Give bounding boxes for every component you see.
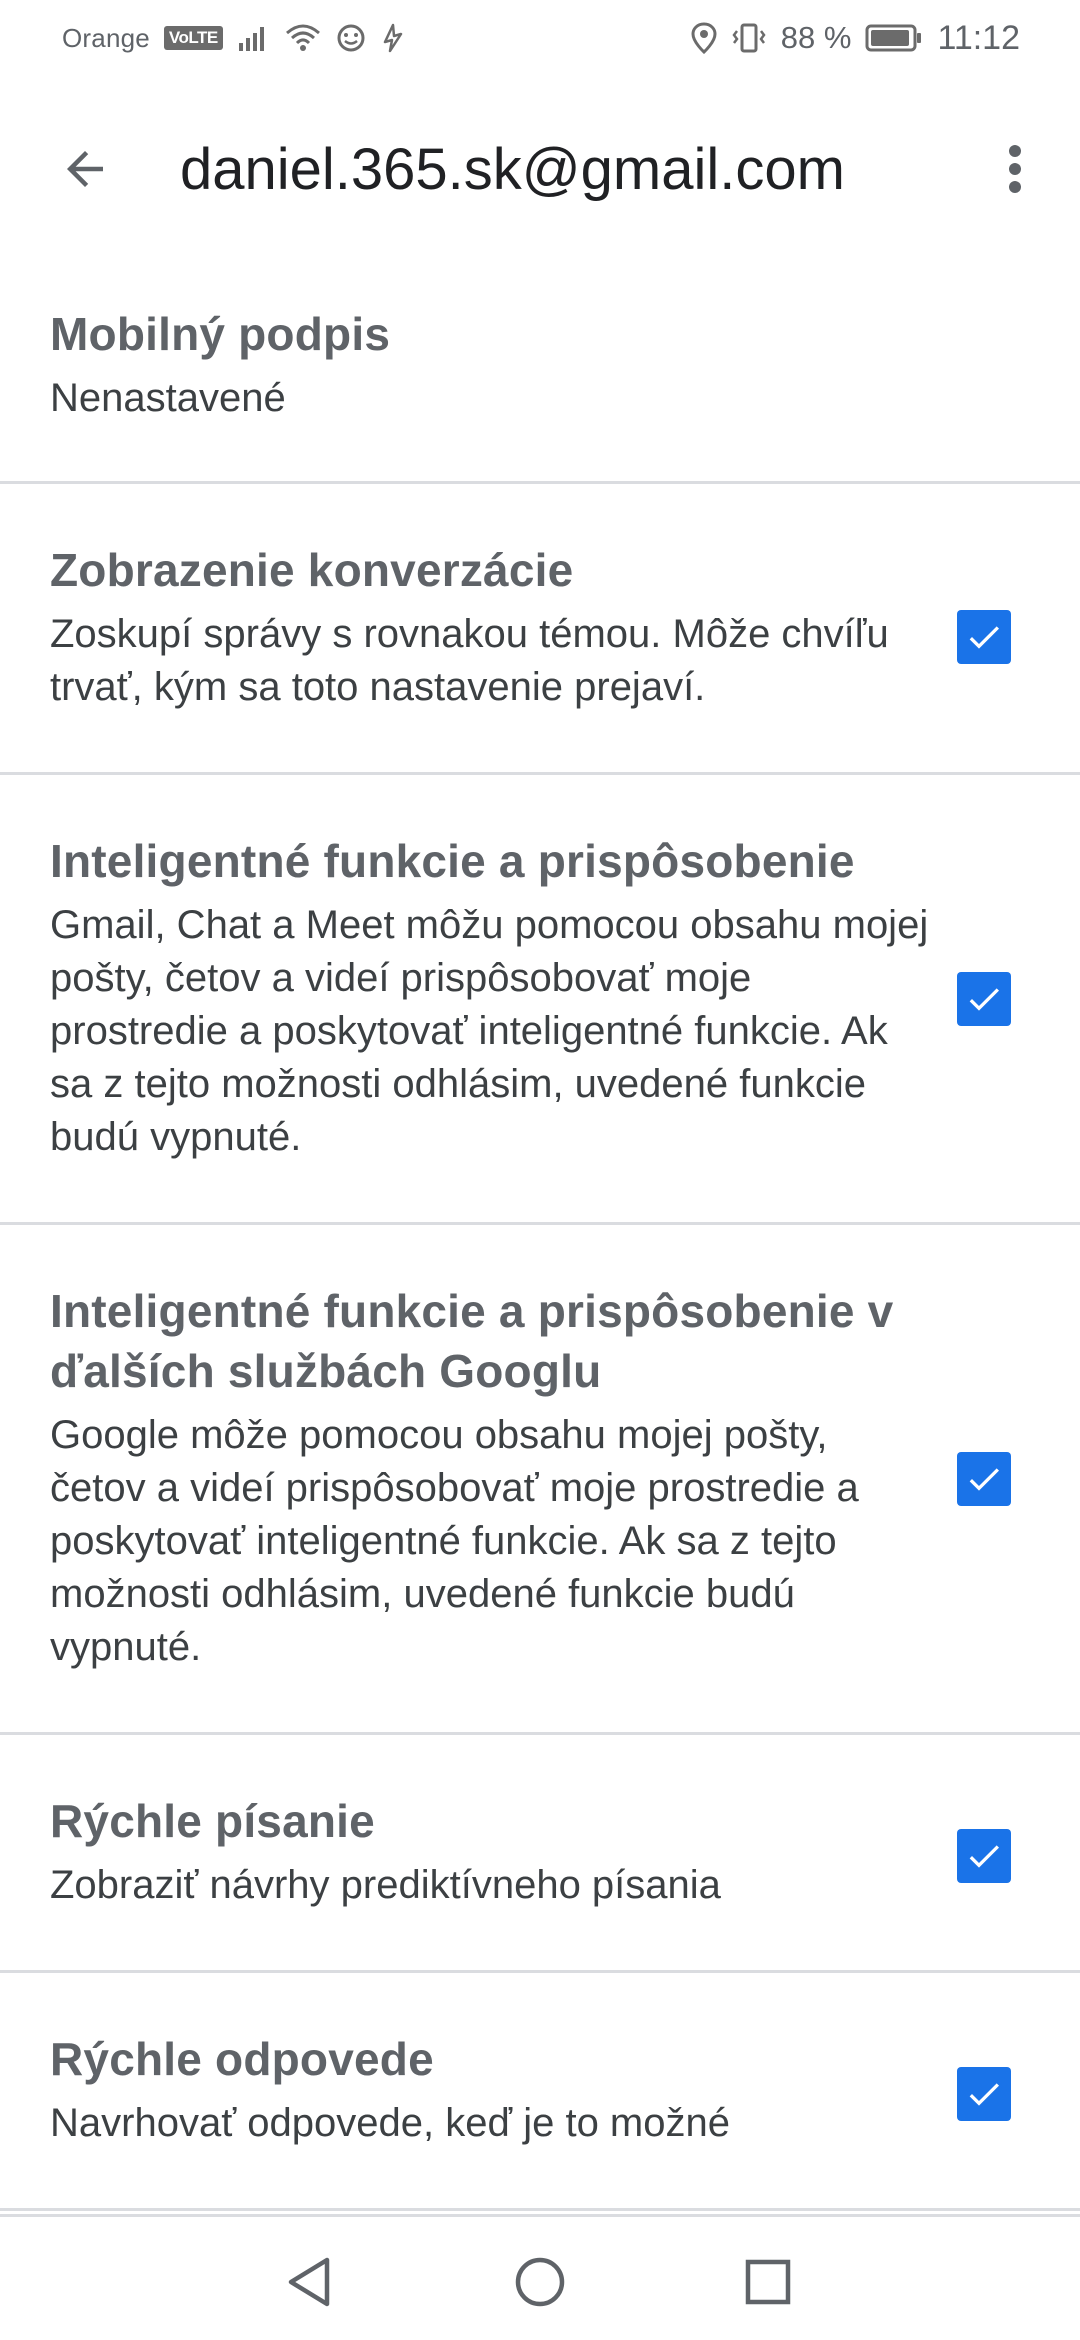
status-left: Orange VoLTE <box>62 22 405 54</box>
status-right: 88 % 11:12 <box>691 19 1020 58</box>
more-options-button[interactable] <box>990 136 1040 206</box>
setting-title: Mobilný podpis <box>50 308 391 360</box>
gmail-settings-screen: Orange VoLTE 88 % 11:12 daniel.365.sk@gm… <box>0 0 1080 2340</box>
setting-description: Gmail, Chat a Meet môžu pomocou obsahu m… <box>50 903 929 1159</box>
smart-compose-checkbox[interactable] <box>957 1829 1011 1883</box>
navigation-bar <box>0 2214 1080 2340</box>
nav-back-button[interactable] <box>274 2247 344 2317</box>
setting-smart-reply[interactable]: Rýchle odpovede Navrhovať odpovede, keď … <box>0 1973 1080 2211</box>
conversation-view-checkbox[interactable] <box>957 610 1011 664</box>
back-button[interactable] <box>50 136 120 206</box>
account-title: daniel.365.sk@gmail.com <box>180 137 845 202</box>
signal-icon <box>237 23 271 53</box>
setting-title: Rýchle písanie <box>50 1795 375 1847</box>
setting-description: Google môže pomocou obsahu mojej pošty, … <box>50 1413 859 1669</box>
carrier-label: Orange <box>62 22 150 53</box>
nav-recents-button[interactable] <box>733 2247 803 2317</box>
setting-description: Zoskupí správy s rovnakou témou. Môže ch… <box>50 612 889 709</box>
setting-smart-features-google[interactable]: Inteligentné funkcie a prispôsobenie v ď… <box>0 1225 1080 1735</box>
setting-conversation-view[interactable]: Zobrazenie konverzácie Zoskupí správy s … <box>0 484 1080 775</box>
smart-features-google-checkbox[interactable] <box>957 1452 1011 1506</box>
data-icon <box>381 22 405 54</box>
clock: 11:12 <box>937 18 1020 57</box>
face-icon <box>335 22 367 54</box>
setting-description: Navrhovať odpovede, keď je to možné <box>50 2101 730 2145</box>
setting-title: Rýchle odpovede <box>50 2033 434 2085</box>
checkmark-icon <box>969 988 999 1011</box>
app-bar: daniel.365.sk@gmail.com <box>0 110 1080 230</box>
setting-mobile-signature[interactable]: Mobilný podpis Nenastavené <box>0 280 1080 484</box>
setting-title: Inteligentné funkcie a prispôsobenie <box>50 835 855 887</box>
nav-back-icon <box>288 2257 330 2307</box>
setting-smart-features[interactable]: Inteligentné funkcie a prispôsobenie Gma… <box>0 775 1080 1225</box>
nav-home-button[interactable] <box>505 2247 575 2317</box>
battery-icon <box>865 23 923 53</box>
more-vert-icon <box>1007 143 1023 200</box>
setting-title: Zobrazenie konverzácie <box>50 544 574 596</box>
nav-recents-icon <box>745 2259 791 2305</box>
settings-list: Mobilný podpis Nenastavené Zobrazenie ko… <box>0 280 1080 2211</box>
smart-reply-checkbox[interactable] <box>957 2067 1011 2121</box>
location-icon <box>691 22 717 54</box>
checkmark-icon <box>969 626 999 649</box>
vibrate-icon <box>731 22 767 54</box>
checkmark-icon <box>969 1468 999 1491</box>
checkmark-icon <box>969 2083 999 2106</box>
arrow-back-icon <box>58 142 112 201</box>
battery-percent: 88 % <box>780 20 852 55</box>
status-bar: Orange VoLTE 88 % 11:12 <box>0 0 1080 76</box>
volte-badge: VoLTE <box>163 26 223 50</box>
setting-title: Inteligentné funkcie a prispôsobenie v ď… <box>50 1285 894 1397</box>
setting-description: Nenastavené <box>50 376 286 420</box>
nav-home-icon <box>515 2257 565 2307</box>
setting-smart-compose[interactable]: Rýchle písanie Zobraziť návrhy prediktív… <box>0 1735 1080 1973</box>
wifi-icon <box>285 23 321 53</box>
smart-features-checkbox[interactable] <box>957 972 1011 1026</box>
checkmark-icon <box>969 1845 999 1868</box>
setting-description: Zobraziť návrhy prediktívneho písania <box>50 1863 721 1907</box>
